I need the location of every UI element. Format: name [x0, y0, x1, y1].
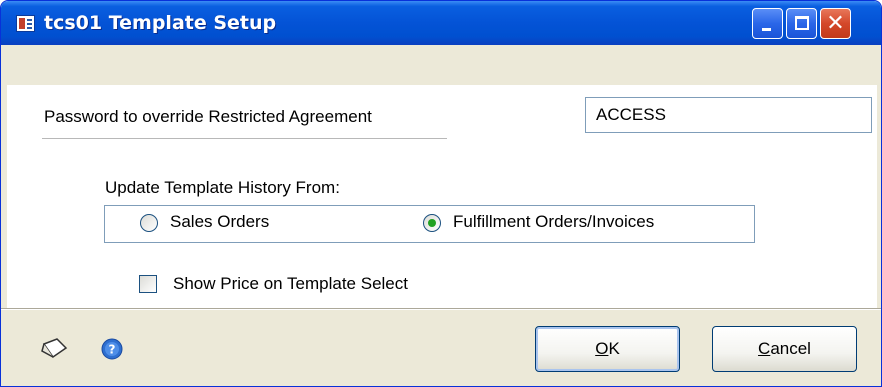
close-button[interactable]: ✕ — [820, 8, 851, 39]
close-icon: ✕ — [826, 11, 845, 36]
ok-label: K — [608, 339, 620, 358]
radio-selected-dot — [428, 219, 436, 227]
help-icon[interactable]: ? — [101, 338, 123, 360]
radio-label-sales-orders[interactable]: Sales Orders — [170, 212, 269, 232]
cancel-accelerator: C — [758, 339, 771, 358]
template-setup-window: tcs01 Template Setup ✕ Password to overr… — [0, 0, 882, 387]
note-icon[interactable] — [39, 337, 69, 361]
radio-fulfillment-orders[interactable] — [423, 214, 441, 232]
ok-button[interactable]: OK — [535, 326, 680, 372]
template-window-icon[interactable] — [16, 15, 35, 32]
label-divider — [42, 138, 447, 139]
radio-sales-orders[interactable] — [140, 214, 158, 232]
show-price-checkbox[interactable] — [139, 275, 157, 293]
svg-text:?: ? — [109, 343, 116, 357]
cancel-button[interactable]: Cancel — [712, 326, 857, 372]
password-label: Password to override Restricted Agreemen… — [44, 107, 372, 126]
minimize-icon — [762, 28, 771, 31]
maximize-button[interactable] — [786, 8, 817, 39]
password-field[interactable] — [585, 97, 872, 133]
show-price-label[interactable]: Show Price on Template Select — [173, 274, 408, 294]
radio-label-fulfillment-orders[interactable]: Fulfillment Orders/Invoices — [453, 212, 654, 232]
history-radio-group: Sales Orders Fulfillment Orders/Invoices — [104, 205, 755, 243]
form-panel: Password to override Restricted Agreemen… — [7, 85, 877, 308]
ok-accelerator: O — [595, 339, 609, 358]
window-title: tcs01 Template Setup — [44, 12, 277, 34]
title-bar[interactable]: tcs01 Template Setup ✕ — [1, 1, 881, 45]
history-label: Update Template History From: — [105, 178, 340, 197]
cancel-label: ancel — [770, 339, 811, 358]
footer-separator — [1, 308, 881, 310]
maximize-icon — [795, 16, 809, 30]
minimize-button[interactable] — [752, 8, 783, 39]
